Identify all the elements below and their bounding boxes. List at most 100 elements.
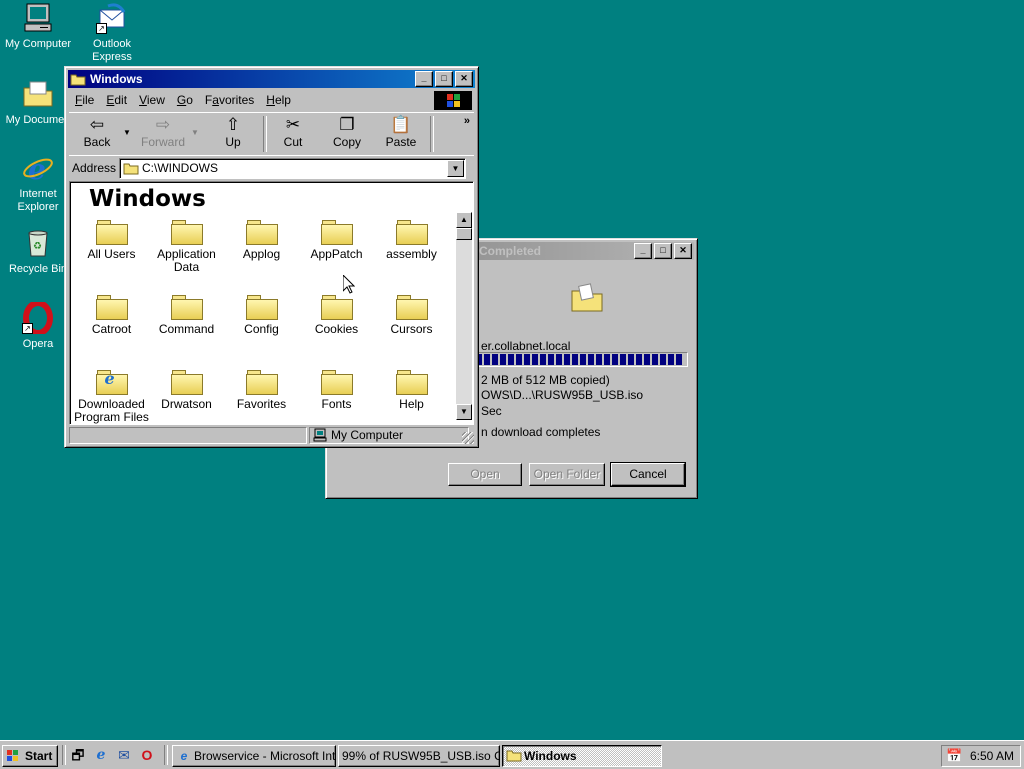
folder-item[interactable]: Catroot	[74, 291, 149, 336]
folder-item[interactable]: Fonts	[299, 366, 374, 411]
minimize-button[interactable]: _	[415, 71, 433, 87]
desktop-icon-label: Express	[92, 51, 132, 63]
close-on-complete-label[interactable]: n download completes	[481, 425, 600, 439]
folder-item[interactable]: Favorites	[224, 366, 299, 411]
status-cell-location: My Computer	[309, 427, 469, 444]
internet-explorer-icon: e	[180, 749, 188, 763]
menu-edit[interactable]: Edit	[100, 93, 133, 107]
copy-button[interactable]: ❐ Copy	[321, 115, 373, 153]
scroll-down-button[interactable]: ▼	[456, 404, 472, 420]
back-button[interactable]: ⇦ Back	[71, 115, 123, 153]
maximize-button[interactable]: □	[435, 71, 453, 87]
menu-favorites[interactable]: Favorites	[199, 93, 260, 107]
quicklaunch-outlook-express-icon[interactable]: ✉	[115, 746, 133, 764]
scheduler-icon[interactable]: 📅	[946, 748, 962, 764]
vertical-scrollbar[interactable]: ▲ ▼	[456, 212, 472, 420]
minimize-button[interactable]: _	[634, 243, 652, 259]
folder-icon	[95, 291, 128, 320]
folder-icon	[245, 216, 278, 245]
menu-file[interactable]: File	[69, 93, 100, 107]
clock[interactable]: 6:50 AM	[970, 746, 1014, 766]
back-dropdown-icon[interactable]: ▼	[121, 115, 133, 153]
folder-item-label: Program Files	[74, 410, 149, 424]
taskbar-separator	[62, 745, 66, 765]
folder-item[interactable]: Drwatson	[149, 366, 224, 411]
desktop-icon-label: Outlook	[93, 38, 131, 50]
standard-toolbar: ⇦ Back ▼ ⇨ Forward ▼ ⇧ Up ✂ Cut ❐ Copy 📋…	[69, 112, 474, 156]
folder-item[interactable]: AppPatch	[299, 216, 374, 261]
outlook-express-icon: ↗	[96, 2, 128, 34]
close-button[interactable]: ✕	[674, 243, 692, 259]
taskbar-button-browservice[interactable]: e Browservice - Microsoft Int...	[172, 745, 336, 767]
folder-icon	[395, 366, 428, 395]
folder-item-label: Favorites	[236, 397, 287, 411]
download-source-text: er.collabnet.local	[481, 339, 571, 353]
address-input[interactable]: C:\WINDOWS ▼	[119, 158, 466, 179]
opera-icon: ↗	[22, 300, 54, 336]
download-target-text: OWS\D...\RUSW95B_USB.iso	[481, 388, 644, 402]
my-documents-folder-icon	[22, 78, 54, 110]
menu-go[interactable]: Go	[171, 93, 199, 107]
folder-item-label: Applog	[242, 247, 281, 261]
menu-help[interactable]: Help	[260, 93, 297, 107]
folder-item[interactable]: All Users	[74, 216, 149, 261]
open-button[interactable]: Open	[448, 463, 522, 486]
back-arrow-icon: ⇦	[89, 115, 105, 134]
desktop-icon-my-computer[interactable]: My Computer	[0, 2, 76, 51]
close-button[interactable]: ✕	[455, 71, 473, 87]
taskbar-button-windows[interactable]: Windows	[502, 745, 662, 767]
folder-item-label: Config	[244, 322, 279, 336]
windows-logo-icon	[434, 91, 472, 110]
status-location-text: My Computer	[331, 428, 404, 442]
menu-view[interactable]: View	[133, 93, 171, 107]
folder-item[interactable]: Application Data	[149, 216, 224, 274]
folder-icon	[395, 291, 428, 320]
explorer-title: Windows	[90, 72, 143, 86]
cancel-button[interactable]: Cancel	[610, 462, 686, 487]
paste-button[interactable]: 📋 Paste	[375, 115, 427, 153]
folder-icon	[95, 216, 128, 245]
folder-icon	[70, 72, 86, 86]
folder-icon	[170, 291, 203, 320]
folder-icon	[245, 291, 278, 320]
internet-explorer-icon: e	[22, 152, 54, 186]
folder-item-label: Data	[173, 260, 200, 274]
quicklaunch-opera-icon[interactable]: O	[138, 746, 156, 764]
start-button[interactable]: Start	[2, 745, 58, 767]
open-folder-button[interactable]: Open Folder	[529, 463, 605, 486]
toolbar-more-chevron-icon[interactable]: »	[464, 115, 470, 127]
download-rate-text: Sec	[481, 404, 502, 418]
folder-item[interactable]: assembly	[374, 216, 449, 261]
explorer-titlebar[interactable]: Windows _ □ ✕	[68, 70, 475, 88]
folder-item[interactable]: e Downloaded Program Files	[74, 366, 149, 424]
scroll-thumb[interactable]	[456, 228, 472, 240]
desktop-icon-outlook-express[interactable]: ↗ Outlook Express	[74, 2, 150, 64]
folder-item[interactable]: Help	[374, 366, 449, 411]
folder-item[interactable]: Cursors	[374, 291, 449, 336]
ie-folder-icon: e	[95, 366, 128, 395]
folder-item[interactable]: Applog	[224, 216, 299, 261]
my-computer-icon	[22, 2, 54, 34]
download-progress-bar	[474, 352, 688, 367]
taskbar-button-download[interactable]: 99% of RUSW95B_USB.iso C...	[338, 745, 500, 767]
folder-item-label: Drwatson	[161, 397, 212, 411]
folder-icon	[123, 161, 139, 181]
scroll-up-button[interactable]: ▲	[456, 212, 472, 228]
quicklaunch-internet-explorer-icon[interactable]: e	[92, 746, 110, 764]
resize-grip-icon[interactable]	[462, 432, 474, 444]
svg-text:♻: ♻	[33, 241, 42, 252]
folder-view[interactable]: Windows All Users Application Data Applog Ap…	[69, 181, 474, 425]
forward-button[interactable]: ⇨ Forward	[137, 115, 189, 153]
show-desktop-icon[interactable]: 🗗	[69, 746, 87, 764]
cut-button[interactable]: ✂ Cut	[267, 115, 319, 153]
folder-item[interactable]: Config	[224, 291, 299, 336]
folder-item[interactable]: Command	[149, 291, 224, 336]
address-dropdown-button[interactable]: ▼	[447, 160, 464, 177]
download-dialog-title: Completed	[479, 244, 542, 258]
maximize-button[interactable]: □	[654, 243, 672, 259]
forward-dropdown-icon[interactable]: ▼	[189, 115, 201, 153]
folder-item[interactable]: Cookies	[299, 291, 374, 336]
address-bar: Address C:\WINDOWS ▼	[69, 155, 474, 180]
up-button[interactable]: ⇧ Up	[207, 115, 259, 153]
folder-item-label: assembly	[386, 247, 437, 261]
